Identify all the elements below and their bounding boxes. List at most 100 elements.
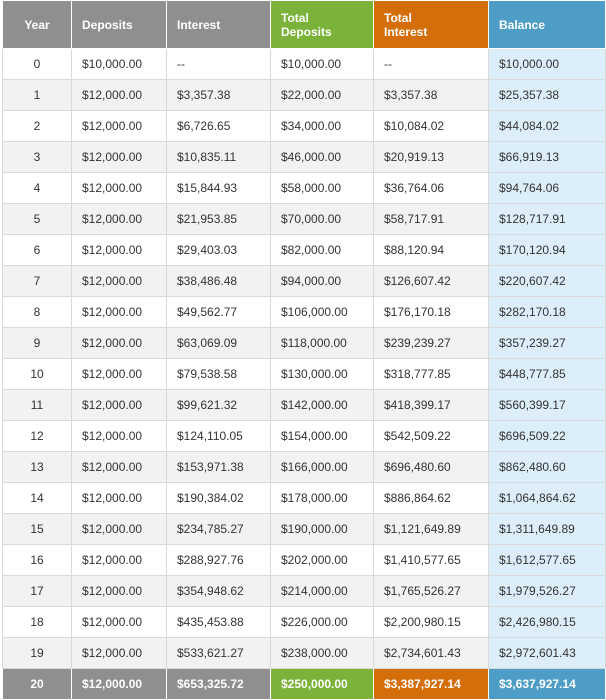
balance-cell: $220,607.42 [488,265,606,297]
header-total-interest-line1: Total [384,10,412,25]
table-row: 14 $12,000.00 $190,384.02 $178,000.00 $886,8… [2,482,606,514]
total-deposits-cell: $214,000.00 [270,575,374,607]
year-cell: 6 [2,234,72,266]
interest-cell: $288,927.76 [166,544,271,576]
savings-schedule-table: Year Deposits Interest Total Deposits To… [2,0,606,700]
table-row: 1 $12,000.00 $3,357.38 $22,000.00 $3,357.38 $… [2,79,606,111]
final-total-interest-cell: $3,387,927.14 [373,668,489,700]
year-cell: 12 [2,420,72,452]
total-deposits-cell: $10,000.00 [270,48,374,80]
header-total-interest-line2: Interest [384,24,428,39]
deposits-cell: $12,000.00 [71,389,167,421]
year-cell: 19 [2,637,72,669]
balance-cell: $282,170.18 [488,296,606,328]
header-total-deposits-line2: Deposits [281,24,332,39]
deposits-cell: $12,000.00 [71,606,167,638]
year-cell: 3 [2,141,72,173]
deposits-cell: $12,000.00 [71,172,167,204]
table-row: 16 $12,000.00 $288,927.76 $202,000.00 $1,410… [2,544,606,576]
deposits-cell: $12,000.00 [71,141,167,173]
total-interest-cell: $886,864.62 [373,482,489,514]
year-cell: 9 [2,327,72,359]
year-cell: 5 [2,203,72,235]
total-interest-cell: $239,239.27 [373,327,489,359]
table-row: 4 $12,000.00 $15,844.93 $58,000.00 $36,764.0… [2,172,606,204]
total-interest-cell: $126,607.42 [373,265,489,297]
interest-cell: $10,835.11 [166,141,271,173]
interest-cell: $29,403.03 [166,234,271,266]
table-header: Year Deposits Interest Total Deposits To… [2,0,606,49]
final-total-deposits-cell: $250,000.00 [270,668,374,700]
header-year: Year [2,0,72,49]
balance-cell: $44,084.02 [488,110,606,142]
total-interest-cell: $1,121,649.89 [373,513,489,545]
table-row: 18 $12,000.00 $435,453.88 $226,000.00 $2,200… [2,606,606,638]
total-interest-cell: $2,200,980.15 [373,606,489,638]
deposits-cell: $12,000.00 [71,358,167,390]
interest-cell: $124,110.05 [166,420,271,452]
total-interest-cell: $2,734,601.43 [373,637,489,669]
deposits-cell: $12,000.00 [71,79,167,111]
final-balance-cell: $3,637,927.14 [488,668,606,700]
balance-cell: $1,064,864.62 [488,482,606,514]
total-deposits-cell: $178,000.00 [270,482,374,514]
table-row: 2 $12,000.00 $6,726.65 $34,000.00 $10,084.02… [2,110,606,142]
interest-cell: $533,621.27 [166,637,271,669]
table-row: 12 $12,000.00 $124,110.05 $154,000.00 $542,5… [2,420,606,452]
total-interest-cell: $58,717.91 [373,203,489,235]
total-interest-cell: $418,399.17 [373,389,489,421]
header-balance-label: Balance [499,17,546,32]
interest-cell: $49,562.77 [166,296,271,328]
balance-cell: $448,777.85 [488,358,606,390]
year-cell: 0 [2,48,72,80]
table-row: 7 $12,000.00 $38,486.48 $94,000.00 $126,607.… [2,265,606,297]
total-deposits-cell: $106,000.00 [270,296,374,328]
total-deposits-cell: $70,000.00 [270,203,374,235]
balance-cell: $66,919.13 [488,141,606,173]
final-year-cell: 20 [2,668,72,700]
total-interest-cell: $36,764.06 [373,172,489,204]
interest-cell: $79,538.58 [166,358,271,390]
balance-cell: $94,764.06 [488,172,606,204]
year-cell: 1 [2,79,72,111]
total-deposits-cell: $118,000.00 [270,327,374,359]
total-deposits-cell: $94,000.00 [270,265,374,297]
table-footer: 20 $12,000.00 $653,325.72 $250,000.00 $3… [2,668,606,700]
interest-cell: $354,948.62 [166,575,271,607]
deposits-cell: $12,000.00 [71,482,167,514]
header-total-deposits-line1: Total [281,10,309,25]
total-interest-cell: $10,084.02 [373,110,489,142]
balance-cell: $1,612,577.65 [488,544,606,576]
total-deposits-cell: $166,000.00 [270,451,374,483]
interest-cell: $6,726.65 [166,110,271,142]
total-deposits-cell: $46,000.00 [270,141,374,173]
total-deposits-cell: $142,000.00 [270,389,374,421]
total-interest-cell: $1,765,526.27 [373,575,489,607]
header-balance: Balance [488,0,606,49]
header-total-deposits: Total Deposits [270,0,374,49]
deposits-cell: $10,000.00 [71,48,167,80]
header-interest-label: Interest [177,17,221,32]
table-row: 13 $12,000.00 $153,971.38 $166,000.00 $696,4… [2,451,606,483]
table-row: 17 $12,000.00 $354,948.62 $214,000.00 $1,765… [2,575,606,607]
interest-cell: $190,384.02 [166,482,271,514]
total-deposits-cell: $58,000.00 [270,172,374,204]
interest-cell: $21,953.85 [166,203,271,235]
table-row: 19 $12,000.00 $533,621.27 $238,000.00 $2,734… [2,637,606,669]
deposits-cell: $12,000.00 [71,327,167,359]
final-deposits-cell: $12,000.00 [71,668,167,700]
year-cell: 8 [2,296,72,328]
table-row: 3 $12,000.00 $10,835.11 $46,000.00 $20,919.1… [2,141,606,173]
balance-cell: $696,509.22 [488,420,606,452]
table-row: 15 $12,000.00 $234,785.27 $190,000.00 $1,121… [2,513,606,545]
deposits-cell: $12,000.00 [71,203,167,235]
balance-cell: $128,717.91 [488,203,606,235]
header-total-interest: Total Interest [373,0,489,49]
header-year-label: Year [24,17,50,32]
final-year-row: 20 $12,000.00 $653,325.72 $250,000.00 $3… [2,668,606,700]
interest-cell: -- [166,48,271,80]
balance-cell: $560,399.17 [488,389,606,421]
table-row: 8 $12,000.00 $49,562.77 $106,000.00 $176,170… [2,296,606,328]
year-cell: 13 [2,451,72,483]
total-interest-cell: $1,410,577.65 [373,544,489,576]
